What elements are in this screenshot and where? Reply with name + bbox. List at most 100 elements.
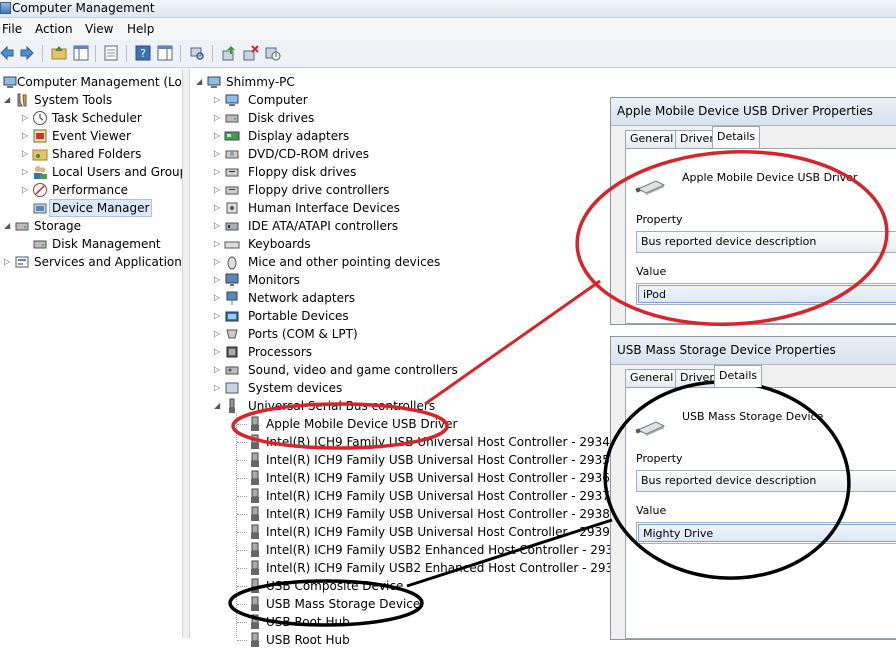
value-list[interactable]: Mighty Drive bbox=[636, 522, 896, 544]
collapsed-arrow-icon[interactable]: ▷ bbox=[214, 109, 223, 127]
device-category-icon bbox=[224, 182, 240, 198]
window-title: Computer Management bbox=[12, 1, 155, 15]
collapsed-arrow-icon[interactable]: ▷ bbox=[214, 361, 223, 379]
usb-plug-icon bbox=[248, 452, 262, 468]
disable-icon[interactable] bbox=[264, 44, 282, 62]
usb-plug-icon bbox=[248, 542, 262, 558]
shared-folder-icon bbox=[32, 146, 48, 162]
help-icon[interactable]: ? bbox=[134, 44, 152, 62]
up-folder-icon[interactable] bbox=[50, 44, 68, 62]
tools-icon bbox=[14, 92, 30, 108]
collapsed-arrow-icon[interactable]: ▷ bbox=[214, 163, 223, 181]
device-category-icon bbox=[224, 200, 240, 216]
details-panel: Apple Mobile Device USB Driver Property … bbox=[625, 148, 896, 324]
scan-hardware-icon[interactable] bbox=[188, 44, 206, 62]
usb-plug-icon bbox=[248, 416, 262, 432]
mass-storage-properties-dialog: USB Mass Storage Device Properties Gener… bbox=[610, 336, 896, 640]
svg-text:?: ? bbox=[140, 47, 146, 60]
tab-general[interactable]: General bbox=[625, 369, 679, 387]
show-hide-tree-icon[interactable] bbox=[72, 44, 90, 62]
expanded-arrow-icon[interactable]: ◢ bbox=[4, 217, 13, 235]
usb-plug-icon bbox=[248, 596, 262, 612]
console-tree: Computer Management (Local ◢ System Tool… bbox=[0, 69, 199, 638]
collapsed-arrow-icon[interactable]: ▷ bbox=[214, 253, 223, 271]
collapsed-arrow-icon[interactable]: ▷ bbox=[214, 343, 223, 361]
tab-details[interactable]: Details bbox=[714, 365, 763, 387]
collapsed-arrow-icon[interactable]: ▷ bbox=[22, 181, 31, 199]
collapsed-arrow-icon[interactable]: ▷ bbox=[214, 235, 223, 253]
usb-plug-icon bbox=[248, 470, 262, 486]
computer-icon bbox=[206, 74, 222, 90]
device-category-icon bbox=[224, 290, 240, 306]
properties-icon[interactable] bbox=[102, 44, 120, 62]
value-item[interactable]: Mighty Drive bbox=[638, 524, 896, 542]
menu-view[interactable]: View bbox=[85, 22, 113, 36]
collapsed-arrow-icon[interactable]: ▷ bbox=[214, 379, 223, 397]
update-driver-icon[interactable] bbox=[220, 44, 238, 62]
collapsed-arrow-icon[interactable]: ▷ bbox=[22, 109, 31, 127]
dialog-title: Apple Mobile Device USB Driver Propertie… bbox=[617, 104, 873, 118]
collapsed-arrow-icon[interactable]: ▷ bbox=[214, 307, 223, 325]
collapsed-arrow-icon[interactable]: ▷ bbox=[22, 145, 31, 163]
collapsed-arrow-icon[interactable]: ▷ bbox=[214, 127, 223, 145]
details-panel: USB Mass Storage Device Property Bus rep… bbox=[625, 387, 896, 639]
device-category-icon bbox=[224, 398, 240, 414]
value-label: Value bbox=[636, 504, 667, 517]
device-manager-icon bbox=[32, 200, 48, 216]
storage-icon bbox=[14, 218, 30, 234]
expanded-arrow-icon[interactable]: ◢ bbox=[196, 73, 205, 91]
collapsed-arrow-icon[interactable]: ▷ bbox=[214, 91, 223, 109]
property-label: Property bbox=[636, 452, 683, 465]
value-label: Value bbox=[636, 265, 667, 278]
device-name: USB Mass Storage Device bbox=[682, 410, 824, 423]
tab-details[interactable]: Details bbox=[712, 126, 761, 148]
collapsed-arrow-icon[interactable]: ▷ bbox=[214, 181, 223, 199]
dialog-titlebar: Apple Mobile Device USB Driver Propertie… bbox=[611, 98, 896, 126]
value-list[interactable]: iPod bbox=[636, 283, 896, 305]
collapsed-arrow-icon[interactable]: ▷ bbox=[214, 145, 223, 163]
toolbar: ? bbox=[0, 40, 896, 68]
tab-driver[interactable]: Driver bbox=[675, 369, 719, 387]
device-category-icon bbox=[224, 236, 240, 252]
action-pane-icon[interactable] bbox=[156, 44, 174, 62]
property-dropdown[interactable]: Bus reported device description bbox=[636, 470, 896, 492]
collapsed-arrow-icon[interactable]: ▷ bbox=[214, 217, 223, 235]
menu-file[interactable]: File bbox=[2, 22, 22, 36]
usb-device-icon bbox=[635, 180, 666, 195]
collapsed-arrow-icon[interactable]: ▷ bbox=[22, 127, 31, 145]
usb-plug-icon bbox=[248, 488, 262, 504]
device-category-icon bbox=[224, 326, 240, 342]
event-viewer-icon bbox=[32, 128, 48, 144]
users-icon bbox=[32, 164, 48, 180]
menu-bar: File Action View Help bbox=[0, 18, 896, 40]
tab-general[interactable]: General bbox=[625, 130, 679, 148]
menu-help[interactable]: Help bbox=[127, 22, 154, 36]
property-dropdown[interactable]: Bus reported device description bbox=[636, 231, 896, 253]
collapsed-arrow-icon[interactable]: ▷ bbox=[214, 271, 223, 289]
device-category-icon bbox=[224, 344, 240, 360]
services-icon bbox=[14, 254, 30, 270]
collapsed-arrow-icon[interactable]: ▷ bbox=[4, 253, 13, 271]
expanded-arrow-icon[interactable]: ◢ bbox=[4, 91, 13, 109]
collapsed-arrow-icon[interactable]: ▷ bbox=[214, 325, 223, 343]
device-category-icon bbox=[224, 254, 240, 270]
pane-splitter[interactable] bbox=[182, 69, 190, 638]
collapsed-arrow-icon[interactable]: ▷ bbox=[214, 199, 223, 217]
device-name: Apple Mobile Device USB Driver bbox=[682, 171, 858, 184]
expanded-arrow-icon[interactable]: ◢ bbox=[214, 397, 223, 415]
menu-action[interactable]: Action bbox=[35, 22, 73, 36]
device-category-icon bbox=[224, 92, 240, 108]
device-category-icon bbox=[224, 164, 240, 180]
collapsed-arrow-icon[interactable]: ▷ bbox=[214, 289, 223, 307]
value-item[interactable]: iPod bbox=[638, 285, 896, 303]
disk-icon bbox=[32, 236, 48, 252]
collapsed-arrow-icon[interactable]: ▷ bbox=[22, 163, 31, 181]
window-titlebar: Computer Management bbox=[0, 0, 896, 18]
clock-icon bbox=[32, 110, 48, 126]
uninstall-icon[interactable] bbox=[242, 44, 260, 62]
device-category-icon bbox=[224, 362, 240, 378]
performance-icon bbox=[32, 182, 48, 198]
back-arrow-icon[interactable] bbox=[0, 44, 16, 62]
usb-plug-icon bbox=[248, 524, 262, 540]
forward-arrow-icon[interactable] bbox=[18, 44, 36, 62]
